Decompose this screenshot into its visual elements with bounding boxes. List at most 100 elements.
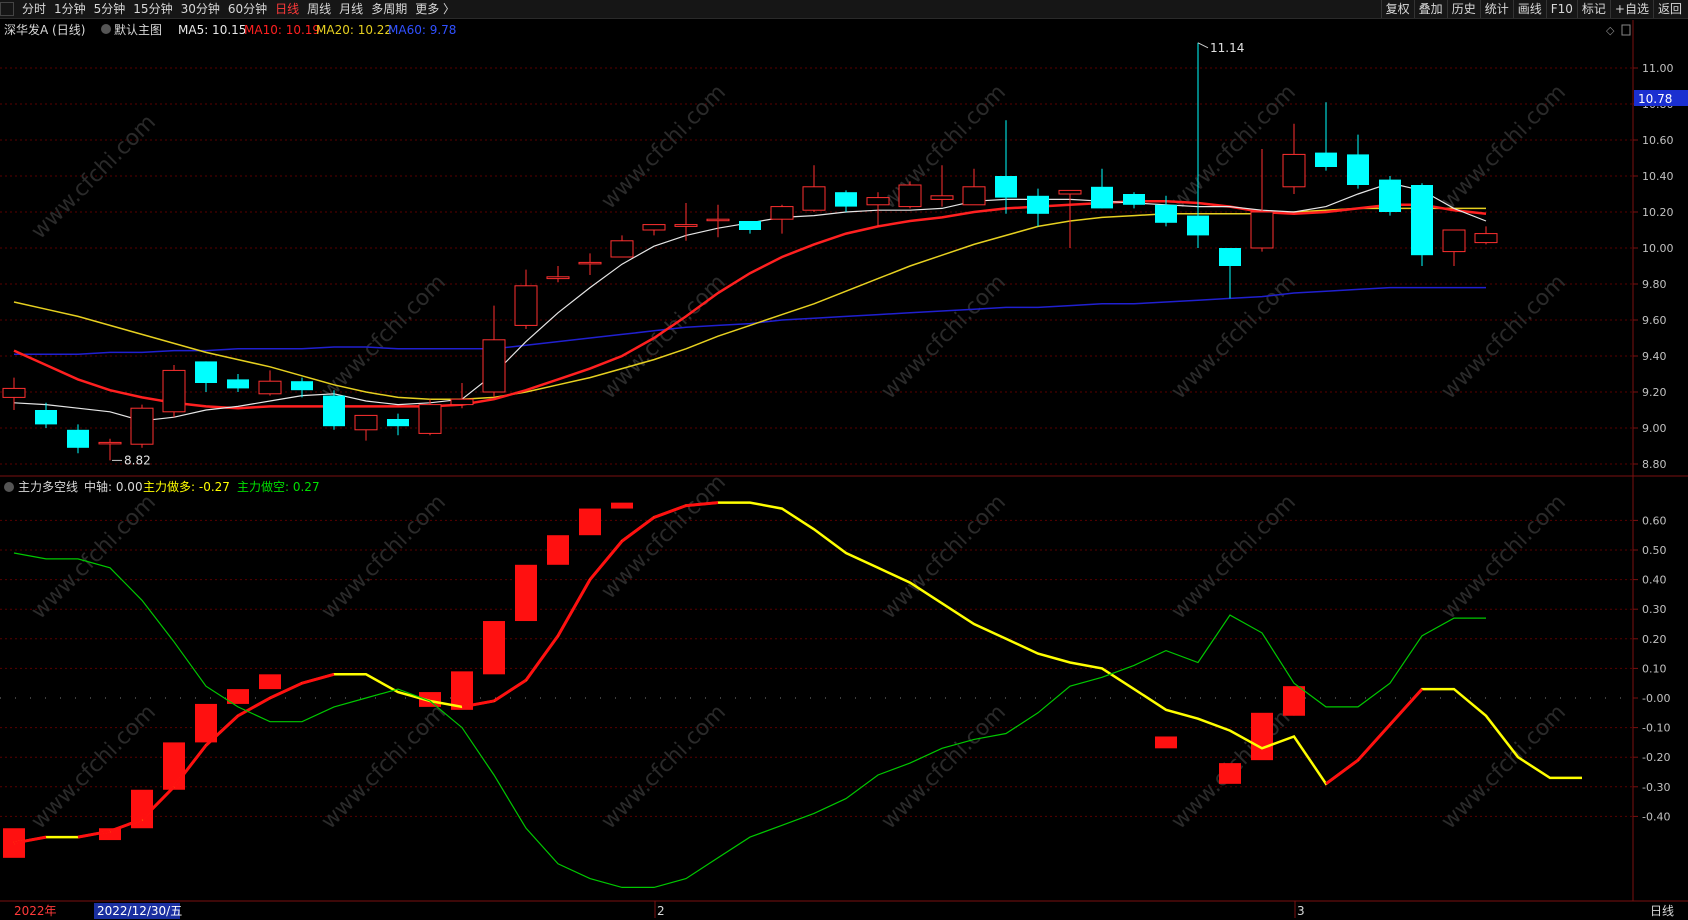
candle-body-down <box>227 379 249 389</box>
candle <box>450 383 474 409</box>
indicator-axis: 0.60 0.50 0.40 0.30 0.20 0.10 -0.00 -0.10 -0.20 -… <box>1633 514 1670 823</box>
candle <box>323 390 345 430</box>
candle-body-down <box>995 176 1017 198</box>
candle-body-down <box>67 429 89 448</box>
candle <box>387 413 409 436</box>
candle-body-up <box>578 261 602 265</box>
indicator-tick-label: -0.10 <box>1642 722 1670 735</box>
candle-body-up <box>258 380 282 395</box>
candle-body-up <box>1250 211 1274 249</box>
candle-body-up <box>898 184 922 208</box>
indicator-bar <box>1251 712 1273 761</box>
price-tick-label: 9.80 <box>1642 278 1667 291</box>
price-tick-label: 10.00 <box>1642 242 1674 255</box>
indicator-legend: 主力多空线 中轴: 0.00 主力做多: -0.27 主力做空: 0.27 <box>4 479 320 494</box>
candle <box>1379 176 1401 216</box>
candle <box>610 235 634 258</box>
window-icon[interactable] <box>1621 24 1631 36</box>
ma10-legend: MA10: 10.19 <box>244 23 320 37</box>
indicator-tick-label: 0.60 <box>1642 514 1667 527</box>
watermark-text: www.cfchi.com <box>877 700 1011 834</box>
candle <box>898 181 922 209</box>
price-tick-label: 10.60 <box>1642 134 1674 147</box>
indicator-bar <box>163 742 185 790</box>
stock-title: 深华发A (日线) <box>4 22 85 37</box>
stock-chart[interactable]: www.cfchi.com www.cfchi.com www.cfchi.com w… <box>0 0 1688 920</box>
candle <box>962 168 986 206</box>
template-label[interactable]: 默认主图 <box>114 22 162 37</box>
long-line-rising <box>301 672 335 685</box>
candle <box>1091 168 1113 209</box>
candle <box>482 305 506 398</box>
long-line-rising <box>524 634 560 682</box>
candle <box>514 269 538 329</box>
main-legend: 深华发A (日线) 默认主图 MA5: 10.15 MA10: 10.19 MA… <box>4 22 456 37</box>
candle <box>227 374 249 392</box>
candle <box>1282 123 1306 194</box>
candle <box>706 204 730 238</box>
candle-body-down <box>1123 194 1145 205</box>
candle-body-up <box>802 186 826 211</box>
candle <box>674 203 698 241</box>
candle <box>770 204 794 234</box>
long-line <box>13 501 1582 845</box>
candle-body-down <box>739 221 761 230</box>
indicator-tick-label: 0.30 <box>1642 603 1667 616</box>
candle <box>642 224 666 236</box>
indicator-tick-label: 0.50 <box>1642 544 1667 557</box>
month-marker-feb: 2 <box>657 904 665 918</box>
candle-body-up <box>546 276 570 280</box>
watermark-text: www.cfchi.com <box>317 700 451 834</box>
watermark-text: www.cfchi.com <box>877 270 1011 404</box>
indicator-tick-label: 0.10 <box>1642 662 1667 675</box>
candle-body-up <box>514 285 538 326</box>
candle <box>195 361 217 392</box>
candle-body-up <box>162 369 186 413</box>
indicator-tick-label: -0.40 <box>1642 810 1670 823</box>
candle-body-up <box>930 195 954 200</box>
watermark-text: www.cfchi.com <box>1437 490 1571 624</box>
candle-body-up <box>610 240 634 258</box>
date-axis: 2022年 2022/12/30/五 2 3 日线 <box>14 901 1674 919</box>
price-tick-label: 11.00 <box>1642 62 1674 75</box>
watermark-text: www.cfchi.com <box>597 470 731 604</box>
current-price-label: 10.78 <box>1638 92 1672 106</box>
watermark-text: www.cfchi.com <box>317 490 451 624</box>
candle <box>1411 183 1433 266</box>
candle-body-down <box>35 410 57 425</box>
watermark-text: www.cfchi.com <box>27 110 161 244</box>
candle-body-down <box>195 361 217 383</box>
indicator-panel <box>3 501 1582 889</box>
indicator-settings-icon[interactable] <box>4 482 14 492</box>
candle-body-up <box>1058 189 1082 195</box>
candle-body-up <box>1442 229 1466 253</box>
long-line-rising <box>1325 758 1359 786</box>
watermark-text: www.cfchi.com <box>1167 80 1301 214</box>
indicator-bar <box>515 564 537 622</box>
settings-icon[interactable] <box>101 24 111 34</box>
indicator-tick-label: -0.00 <box>1642 692 1670 705</box>
long-line-rising <box>1356 723 1392 762</box>
watermark-text: www.cfchi.com <box>1167 490 1301 624</box>
low-label: 8.82 <box>124 453 151 467</box>
candle-body-down <box>1379 179 1401 212</box>
candle <box>1250 149 1274 252</box>
indicator-bar <box>611 502 633 509</box>
watermark-text: www.cfchi.com <box>27 490 161 624</box>
diamond-icon[interactable]: ◇ <box>1606 24 1615 37</box>
candle-body-down <box>1155 204 1177 223</box>
candle <box>162 365 186 418</box>
candle <box>2 377 26 410</box>
candle <box>1027 188 1049 227</box>
watermark-text: www.cfchi.com <box>1167 270 1301 404</box>
candle-body-up <box>674 224 698 227</box>
candle-body-down <box>1315 152 1337 167</box>
candle <box>258 370 282 396</box>
candle <box>739 221 761 234</box>
candle-body-down <box>835 192 857 207</box>
indicator-tick-label: 0.40 <box>1642 574 1667 587</box>
short-line-legend: 主力做空: 0.27 <box>237 479 320 494</box>
candle-body-up <box>130 407 154 445</box>
indicator-bar <box>1219 763 1241 784</box>
candle <box>418 399 442 436</box>
